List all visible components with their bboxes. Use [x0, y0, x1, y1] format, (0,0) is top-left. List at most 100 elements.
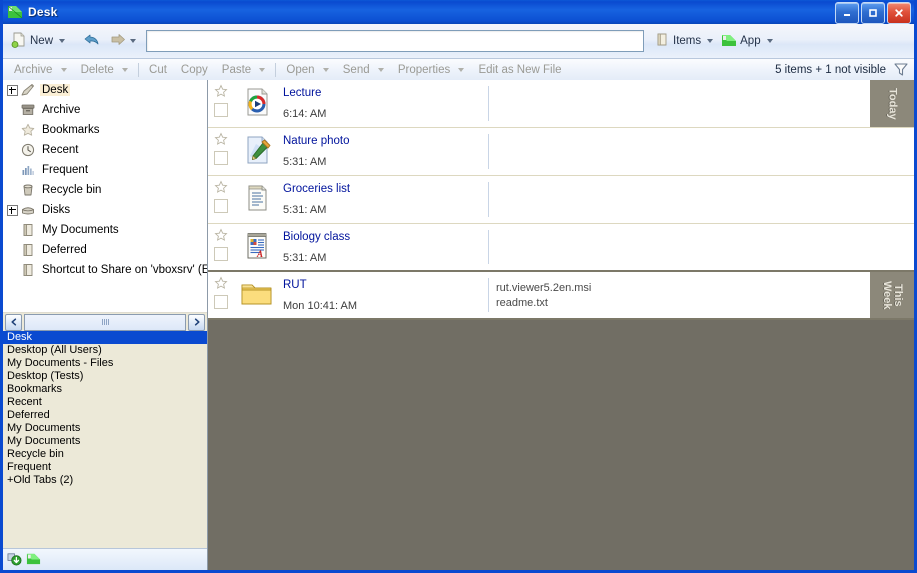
app-folder-icon[interactable]: [26, 551, 41, 569]
column-divider[interactable]: [488, 278, 489, 312]
chevron-left-icon[interactable]: [5, 313, 22, 331]
app-folder-icon: [721, 32, 737, 51]
tree-item-my-documents[interactable]: My Documents: [3, 220, 207, 240]
file-extra-column: [496, 224, 862, 270]
tree-item-label: Recent: [42, 144, 79, 156]
file-extra-column: [496, 80, 862, 127]
tree-item-disks[interactable]: Disks: [3, 200, 207, 220]
row-markers: [208, 224, 234, 270]
new-button[interactable]: New: [7, 29, 69, 53]
command-edit-as-new-file-label: Edit as New File: [478, 64, 562, 76]
tab-list[interactable]: Desk Desktop (All Users) My Documents - …: [3, 331, 207, 548]
command-cut[interactable]: Cut: [142, 61, 174, 79]
documents-icon: [19, 222, 37, 238]
download-icon[interactable]: [7, 551, 22, 569]
table-row[interactable]: Groceries list 5:31: AM: [208, 176, 914, 224]
tab-item[interactable]: Bookmarks: [3, 383, 207, 396]
tab-item[interactable]: Recycle bin: [3, 448, 207, 461]
row-checkbox[interactable]: [214, 295, 228, 309]
folder-tree[interactable]: Desk Archive Bookmarks Recent Frequent R…: [3, 80, 207, 313]
table-row[interactable]: Lecture 6:14: AM Today: [208, 80, 914, 128]
app-button[interactable]: App: [717, 29, 776, 53]
tab-item[interactable]: Desk: [3, 331, 207, 344]
tab-scroll-thumb[interactable]: [24, 313, 186, 331]
tree-expander[interactable]: [5, 204, 19, 216]
tab-item[interactable]: Desktop (All Users): [3, 344, 207, 357]
tree-item-shortcut-share[interactable]: Shortcut to Share on 'vboxsrv' (E:: [3, 260, 207, 280]
tree-item-deferred[interactable]: Deferred: [3, 240, 207, 260]
favorite-star-icon[interactable]: [214, 276, 228, 290]
maximize-button[interactable]: [861, 2, 885, 24]
command-paste[interactable]: Paste: [215, 61, 273, 79]
tree-item-recycle-bin[interactable]: Recycle bin: [3, 180, 207, 200]
chevron-down-icon[interactable]: [377, 67, 384, 72]
forward-button[interactable]: [105, 29, 140, 53]
table-row[interactable]: A Biology class 5:31: AM: [208, 224, 914, 272]
favorite-star-icon[interactable]: [214, 84, 228, 98]
search-input-wrapper[interactable]: [146, 30, 645, 52]
chevron-down-icon[interactable]: [766, 39, 773, 43]
row-checkbox[interactable]: [214, 199, 228, 213]
file-icon-cell: [234, 80, 279, 127]
favorite-star-icon[interactable]: [214, 132, 228, 146]
tab-item[interactable]: Frequent: [3, 461, 207, 474]
tree-expander[interactable]: [5, 84, 19, 96]
chevron-down-icon[interactable]: [130, 39, 137, 43]
command-open[interactable]: Open: [279, 61, 335, 79]
column-divider[interactable]: [488, 182, 489, 217]
chevron-down-icon[interactable]: [322, 67, 329, 72]
column-divider[interactable]: [488, 230, 489, 264]
tab-scrollbar[interactable]: [3, 313, 207, 331]
tree-item-desk[interactable]: Desk: [3, 80, 207, 100]
funnel-filter-icon[interactable]: [892, 60, 910, 81]
chevron-down-icon[interactable]: [707, 39, 714, 43]
tree-item-bookmarks[interactable]: Bookmarks: [3, 120, 207, 140]
tree-item-archive[interactable]: Archive: [3, 100, 207, 120]
table-row[interactable]: Nature photo 5:31: AM: [208, 128, 914, 176]
command-send[interactable]: Send: [336, 61, 391, 79]
command-bar: Archive Delete Cut Copy Paste Open Send …: [3, 59, 914, 82]
row-checkbox[interactable]: [214, 151, 228, 165]
close-button[interactable]: [887, 2, 911, 24]
minimize-button[interactable]: [835, 2, 859, 24]
tab-item[interactable]: My Documents - Files: [3, 357, 207, 370]
tree-item-label: Frequent: [42, 164, 89, 176]
back-button[interactable]: [77, 29, 105, 53]
chevron-right-icon[interactable]: [188, 313, 205, 331]
command-edit-as-new-file[interactable]: Edit as New File: [471, 61, 568, 79]
command-properties[interactable]: Properties: [391, 61, 472, 79]
tree-item-recent[interactable]: Recent: [3, 140, 207, 160]
table-row[interactable]: RUT Mon 10:41: AM rut.viewer5.2en.msi re…: [208, 272, 914, 320]
tab-item[interactable]: My Documents: [3, 435, 207, 448]
command-delete[interactable]: Delete: [74, 61, 135, 79]
items-button[interactable]: Items: [650, 29, 717, 53]
left-panel: Desk Archive Bookmarks Recent Frequent R…: [3, 80, 208, 570]
command-copy[interactable]: Copy: [174, 61, 215, 79]
tab-item[interactable]: My Documents: [3, 422, 207, 435]
chevron-down-icon[interactable]: [458, 67, 465, 72]
row-checkbox[interactable]: [214, 247, 228, 261]
pen-icon: [19, 82, 37, 98]
search-input[interactable]: [147, 31, 644, 51]
file-extra-column: [496, 176, 862, 223]
favorite-star-icon[interactable]: [214, 180, 228, 194]
tab-item[interactable]: Deferred: [3, 409, 207, 422]
chevron-down-icon[interactable]: [259, 67, 266, 72]
tab-item[interactable]: Recent: [3, 396, 207, 409]
tree-item-label: Desk: [40, 84, 71, 96]
archive-box-icon: [19, 102, 37, 118]
chevron-down-icon[interactable]: [122, 67, 129, 72]
file-extra-item: rut.viewer5.2en.msi: [496, 281, 592, 294]
favorite-star-icon[interactable]: [214, 228, 228, 242]
tab-item[interactable]: +Old Tabs (2): [3, 474, 207, 487]
column-divider[interactable]: [488, 86, 489, 121]
tree-item-frequent[interactable]: Frequent: [3, 160, 207, 180]
chevron-down-icon[interactable]: [59, 39, 66, 43]
command-archive[interactable]: Archive: [7, 61, 74, 79]
tab-item[interactable]: Desktop (Tests): [3, 370, 207, 383]
chevron-down-icon[interactable]: [60, 67, 67, 72]
app-folder-icon: [7, 4, 23, 20]
row-checkbox[interactable]: [214, 103, 228, 117]
column-divider[interactable]: [488, 134, 489, 169]
file-list-panel[interactable]: Lecture 6:14: AM Today Nature photo 5:31…: [208, 80, 914, 570]
